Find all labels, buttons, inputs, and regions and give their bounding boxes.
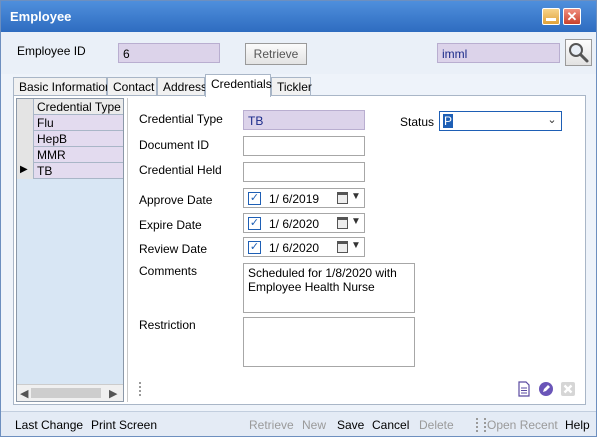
approve-date-picker[interactable]: ✓ 1/ 6/2019 ▼ (243, 188, 365, 208)
table-row[interactable]: MMR (17, 147, 123, 163)
credential-type-field[interactable]: TB (243, 110, 365, 130)
restriction-label: Restriction (139, 318, 196, 332)
expire-date-label: Expire Date (139, 218, 202, 232)
edit-icon[interactable] (538, 381, 554, 397)
tab-credentials[interactable]: Credentials (205, 74, 272, 97)
restriction-textarea[interactable] (243, 317, 415, 367)
document-id-label: Document ID (139, 138, 210, 152)
retrieve-button[interactable]: Retrieve (245, 43, 307, 65)
credential-detail-form: Credential Type TB Status P ⌄ Document I… (127, 98, 582, 402)
status-bar: Last Change Print Screen Retrieve New Sa… (1, 411, 596, 436)
expire-date-value[interactable]: 1/ 6/2020 (269, 217, 319, 231)
expire-date-picker[interactable]: ✓ 1/ 6/2020 ▼ (243, 213, 365, 233)
comments-label: Comments (139, 264, 198, 278)
dropdown-arrow-icon[interactable]: ▼ (351, 216, 361, 227)
toolbar-grip (139, 382, 141, 396)
approve-date-label: Approve Date (139, 193, 213, 207)
chevron-down-icon[interactable]: ⌄ (543, 112, 561, 130)
dropdown-arrow-icon[interactable]: ▼ (351, 240, 361, 251)
approve-date-checkbox[interactable]: ✓ (248, 192, 261, 205)
grid-cell: HepB (37, 132, 68, 146)
credential-held-field[interactable] (243, 162, 365, 182)
grid-cell: MMR (37, 148, 66, 162)
current-row-marker-icon: ▶ (20, 164, 28, 175)
horizontal-scrollbar[interactable]: ◀ ▶ (17, 384, 123, 401)
table-row[interactable]: Flu (17, 115, 123, 131)
open-recent-action[interactable]: Open Recent (487, 418, 558, 432)
comments-textarea[interactable]: Scheduled for 1/8/2020 with Employee Hea… (243, 263, 415, 313)
review-date-label: Review Date (139, 242, 208, 256)
title-bar: Employee ✕ (1, 1, 596, 32)
search-button[interactable] (565, 39, 592, 66)
grid-header-row: Credential Type (17, 99, 123, 115)
cancel-action[interactable]: Cancel (372, 418, 409, 432)
last-change-link[interactable]: Last Change (15, 418, 83, 432)
grid-cell: Flu (37, 116, 54, 130)
delete-action[interactable]: Delete (419, 418, 454, 432)
grid-header-credential-type[interactable]: Credential Type (37, 100, 121, 114)
magnifier-icon (569, 43, 589, 63)
calendar-icon[interactable] (337, 241, 348, 253)
calendar-icon[interactable] (337, 217, 348, 229)
minimize-button[interactable] (542, 8, 560, 25)
credential-held-label: Credential Held (139, 163, 222, 177)
table-row[interactable]: HepB (17, 131, 123, 147)
document-icon[interactable] (516, 381, 532, 397)
window-title: Employee (10, 9, 72, 24)
help-action[interactable]: Help (565, 418, 590, 432)
status-label: Status (400, 115, 435, 129)
approve-date-value[interactable]: 1/ 6/2019 (269, 192, 319, 206)
review-date-checkbox[interactable]: ✓ (248, 241, 261, 254)
credential-type-label: Credential Type (139, 112, 223, 126)
employee-window: Employee ✕ Employee ID 6 Retrieve imml B… (0, 0, 597, 437)
scroll-right-icon[interactable]: ▶ (109, 387, 117, 400)
delete-icon[interactable] (560, 381, 576, 397)
credentials-panel: Credential Type Flu HepB MMR ▶ TB ◀ ▶ Cr… (13, 95, 586, 405)
grid-cell: TB (37, 164, 53, 178)
tab-tickler[interactable]: Tickler (271, 77, 312, 96)
employee-id-field[interactable]: 6 (118, 43, 220, 63)
credential-type-grid[interactable]: Credential Type Flu HepB MMR ▶ TB ◀ ▶ (16, 98, 124, 402)
scroll-thumb[interactable] (31, 388, 101, 398)
print-screen-link[interactable]: Print Screen (91, 418, 157, 432)
calendar-icon[interactable] (337, 192, 348, 204)
employee-id-label: Employee ID (17, 44, 86, 58)
status-selected-value: P (443, 114, 454, 128)
scroll-left-icon[interactable]: ◀ (20, 387, 28, 400)
tab-contact[interactable]: Contact (107, 77, 157, 96)
close-button[interactable]: ✕ (563, 8, 581, 25)
dropdown-arrow-icon[interactable]: ▼ (351, 191, 361, 202)
review-date-picker[interactable]: ✓ 1/ 6/2020 ▼ (243, 237, 365, 257)
retrieve-action[interactable]: Retrieve (249, 418, 294, 432)
statusbar-grip (476, 418, 486, 432)
status-select[interactable]: P ⌄ (439, 111, 562, 131)
review-date-value[interactable]: 1/ 6/2020 (269, 241, 319, 255)
tab-basic-information[interactable]: Basic Information (13, 77, 112, 96)
user-field[interactable]: imml (437, 43, 560, 63)
save-action[interactable]: Save (337, 418, 364, 432)
employee-header: Employee ID 6 Retrieve imml (1, 32, 596, 74)
new-action[interactable]: New (302, 418, 326, 432)
document-id-field[interactable] (243, 136, 365, 156)
table-row[interactable]: ▶ TB (17, 163, 123, 179)
tab-address[interactable]: Address (157, 77, 207, 96)
expire-date-checkbox[interactable]: ✓ (248, 217, 261, 230)
